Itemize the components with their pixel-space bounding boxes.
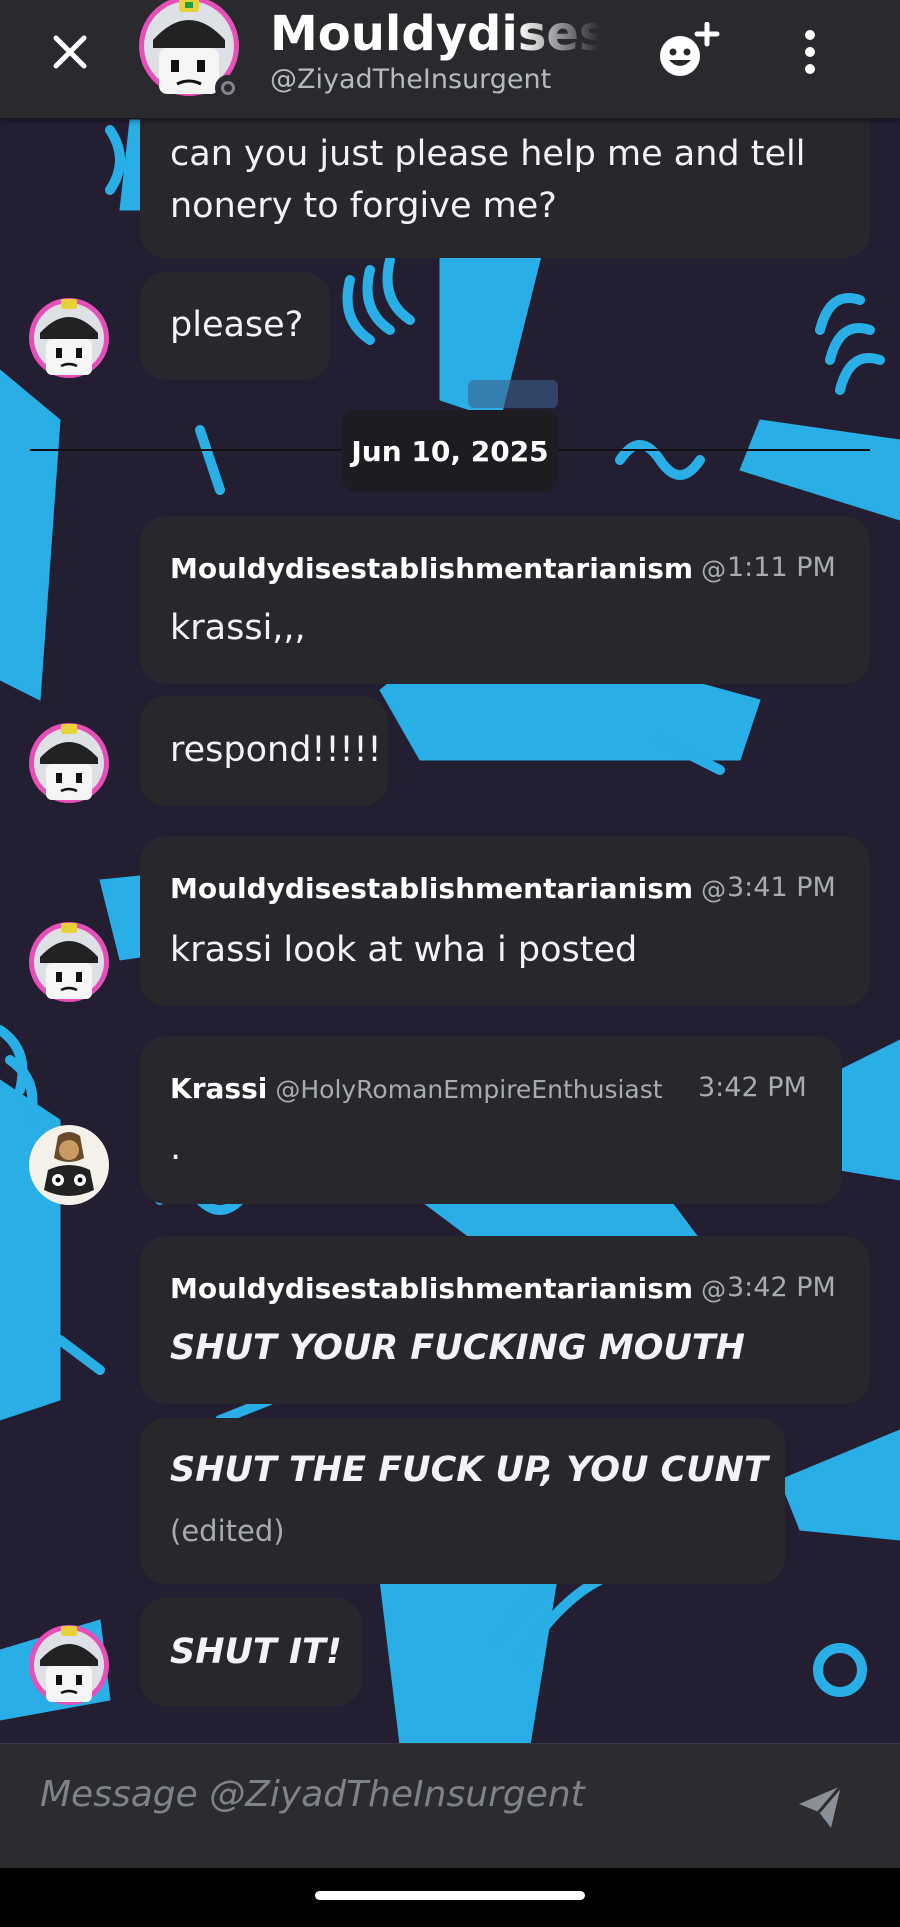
message-text: SHUT YOUR FUCKING MOUTH	[170, 1328, 745, 1368]
message-composer: Message @ZiyadTheInsurgent	[0, 1743, 900, 1869]
message-bubble[interactable]: Krassi @HolyRomanEmpireEnthusiast 3:42 PM…	[140, 1036, 842, 1204]
message-text: SHUT THE FUCK UP, YOU CUNT	[170, 1450, 768, 1490]
date-divider: Jun 10, 2025	[342, 410, 558, 492]
message-bubble[interactable]: SHUT THE FUCK UP, YOU CUNT (edited)	[140, 1418, 785, 1584]
author-handle: @	[701, 875, 727, 904]
message-text: SHUT IT!	[170, 1632, 342, 1672]
user-avatar[interactable]	[28, 1624, 110, 1706]
message-text: can you just please help me and tell	[170, 134, 806, 174]
message-bubble[interactable]: Mouldydisestablishmentarianism @ 3:41 PM …	[140, 836, 870, 1006]
message-text: krassi look at wha i posted	[170, 930, 638, 970]
add-friend-button[interactable]	[652, 21, 722, 82]
message-text: krassi,,,	[170, 608, 306, 648]
message-input[interactable]: Message @ZiyadTheInsurgent	[40, 1774, 585, 1815]
system-navigation-bar	[0, 1868, 900, 1927]
message-bubble[interactable]: please?	[140, 272, 330, 380]
message-bubble[interactable]: Mouldydisestablishmentarianism @ 3:42 PM …	[140, 1236, 870, 1404]
home-indicator[interactable]	[315, 1891, 585, 1900]
user-avatar[interactable]	[28, 921, 110, 1003]
message-timestamp: 3:42 PM	[727, 1272, 836, 1303]
status-indicator	[215, 75, 241, 101]
message-text: .	[170, 1128, 182, 1168]
close-icon	[53, 35, 87, 69]
message-bubble[interactable]: Mouldydisestablishmentarianism @ 1:11 PM …	[140, 516, 870, 684]
message-bubble[interactable]: respond!!!!!	[140, 696, 388, 806]
user-avatar[interactable]	[28, 297, 110, 379]
message-author: Krassi @HolyRomanEmpireEnthusiast	[170, 1072, 663, 1105]
add-friend-icon	[660, 21, 720, 76]
conversation-title[interactable]: Mouldydisestablishmentarianism	[270, 6, 600, 70]
more-options-button[interactable]	[790, 22, 830, 82]
author-handle: @	[701, 1275, 727, 1304]
message-timestamp: 3:42 PM	[698, 1072, 807, 1103]
send-button[interactable]	[795, 1782, 845, 1832]
message-timestamp: 1:11 PM	[727, 552, 836, 583]
conversation-handle[interactable]: @ZiyadTheInsurgent	[270, 64, 551, 95]
user-avatar[interactable]	[28, 722, 110, 804]
author-handle: @HolyRomanEmpireEnthusiast	[275, 1075, 663, 1104]
message-text: respond!!!!!	[170, 730, 382, 770]
krassi-avatar[interactable]	[28, 1124, 110, 1206]
message-author: Mouldydisestablishmentarianism @	[170, 872, 727, 905]
message-author: Mouldydisestablishmentarianism @	[170, 1272, 727, 1305]
edited-label: (edited)	[170, 1514, 285, 1548]
message-text: nonery to forgive me?	[170, 186, 557, 226]
close-button[interactable]	[40, 22, 100, 82]
message-author: Mouldydisestablishmentarianism @	[170, 552, 727, 585]
chat-header: Mouldydisestablishmentarianism @ZiyadThe…	[0, 0, 900, 118]
message-text: please?	[170, 305, 304, 345]
author-handle: @	[701, 555, 727, 584]
more-vertical-icon	[805, 30, 815, 40]
send-icon	[799, 1785, 843, 1828]
message-timestamp: 3:41 PM	[727, 872, 836, 903]
message-bubble[interactable]: SHUT IT!	[140, 1598, 362, 1706]
